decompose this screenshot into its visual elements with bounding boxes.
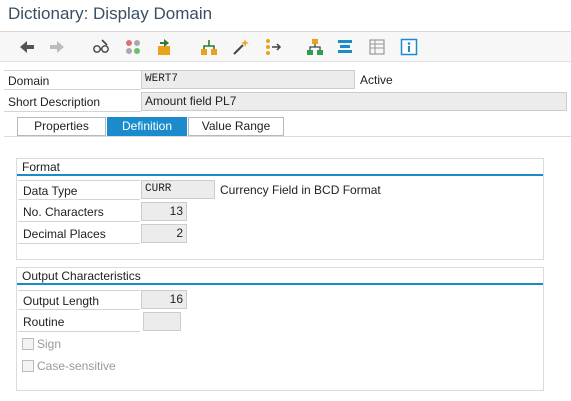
data-type-label: Data Type: [18, 180, 140, 200]
case-sensitive-checkbox[interactable]: [22, 360, 34, 372]
no-characters-label: No. Characters: [18, 202, 140, 222]
sign-checkbox-label: Sign: [37, 337, 62, 351]
where-used-icon[interactable]: [198, 36, 220, 58]
routine-label: Routine: [18, 312, 140, 332]
domain-label: Domain: [4, 70, 141, 90]
navigate-tree-icon[interactable]: [262, 36, 284, 58]
table-icon[interactable]: [366, 36, 388, 58]
status-text: Active: [360, 73, 393, 87]
data-type-field[interactable]: CURR: [141, 180, 215, 199]
tab-definition[interactable]: Definition: [107, 117, 187, 136]
output-length-label: Output Length: [18, 290, 140, 310]
case-sensitive-checkbox-label: Case-sensitive: [37, 359, 116, 373]
tab-properties[interactable]: Properties: [17, 117, 106, 136]
back-arrow-icon[interactable]: [16, 36, 38, 58]
domain-field[interactable]: WERT7: [141, 70, 355, 89]
data-type-description: Currency Field in BCD Format: [220, 183, 381, 197]
hierarchy-icon[interactable]: [304, 36, 326, 58]
window-title: Dictionary: Display Domain: [8, 4, 213, 23]
decimal-places-label: Decimal Places: [18, 224, 140, 244]
sign-checkbox[interactable]: [22, 338, 34, 350]
forward-arrow-icon[interactable]: [46, 36, 68, 58]
activate-icon[interactable]: [154, 36, 176, 58]
format-group-title: Format: [17, 159, 543, 176]
sign-checkbox-row[interactable]: Sign: [22, 334, 61, 354]
case-sensitive-checkbox-row[interactable]: Case-sensitive: [22, 356, 116, 376]
info-icon[interactable]: [398, 36, 420, 58]
application-toolbar: [0, 32, 571, 62]
output-length-field[interactable]: 16: [141, 290, 187, 309]
short-description-field[interactable]: Amount field PL7: [141, 92, 567, 111]
output-group-title: Output Characteristics: [17, 268, 543, 285]
title-bar: Dictionary: Display Domain: [0, 0, 571, 32]
decimal-places-field[interactable]: 2: [141, 224, 187, 243]
magic-wand-icon[interactable]: [230, 36, 252, 58]
routine-field[interactable]: [143, 312, 181, 331]
stack-icon[interactable]: [334, 36, 356, 58]
tab-value-range[interactable]: Value Range: [188, 117, 284, 136]
glasses-pencil-icon[interactable]: [90, 36, 112, 58]
no-characters-field[interactable]: 13: [141, 202, 187, 221]
other-object-icon[interactable]: [122, 36, 144, 58]
short-description-label: Short Description: [4, 92, 141, 112]
